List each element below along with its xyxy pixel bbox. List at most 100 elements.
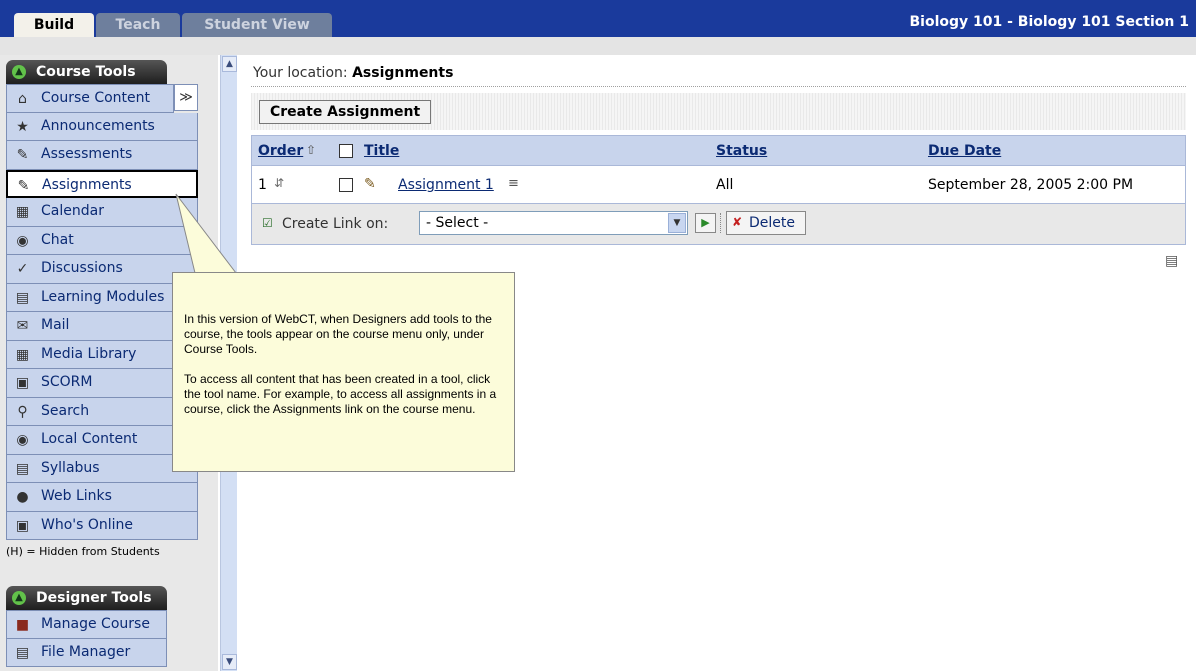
sidebar-item-manage-course[interactable]: ■ Manage Course	[6, 610, 167, 639]
table-footer: ☑ Create Link on: - Select - ▼ ▶ ✘ Delet…	[252, 203, 1185, 244]
delete-label: Delete	[749, 215, 795, 231]
callout-paragraph: To access all content that has been crea…	[184, 372, 497, 416]
assignment-title-link[interactable]: Assignment 1	[398, 177, 494, 193]
scorm-icon: ▣	[15, 375, 30, 391]
chat-icon: ◉	[16, 232, 29, 249]
delete-icon: ✘	[732, 215, 743, 229]
syllabus-icon: ▤	[15, 460, 30, 477]
checked-box-icon: ☑	[262, 216, 273, 230]
disc-icon: ◉	[16, 432, 29, 448]
sidebar-item-label: Announcements	[41, 117, 155, 134]
sidebar-item-label: Syllabus	[41, 459, 100, 476]
house-icon: ⌂	[18, 91, 27, 107]
assignment-icon: ✎	[364, 176, 376, 192]
order-cell: 1	[258, 177, 267, 193]
sidebar-item-chat[interactable]: ◉ Chat	[6, 226, 198, 255]
megaphone-icon: ★	[16, 118, 29, 135]
sidebar-item-label: Manage Course	[41, 616, 150, 632]
pin-icon: ✓	[16, 261, 29, 277]
sidebar-item-web-links[interactable]: ● Web Links	[6, 483, 198, 512]
create-link-select[interactable]: - Select - ▼	[419, 211, 688, 235]
media-icon: ▦	[15, 346, 30, 363]
calendar-icon: ▦	[15, 204, 30, 220]
scroll-up-icon[interactable]: ▲	[222, 56, 237, 72]
mail-icon: ✉	[16, 318, 29, 334]
sidebar-item-label: Discussions	[41, 260, 123, 276]
sidebar-item-label: Web Links	[41, 488, 112, 504]
sidebar-item-label: Search	[41, 402, 90, 419]
table-row: 1 ⇵ ✎ Assignment 1 ≡ All September 28, 2…	[252, 167, 1185, 203]
course-title: Biology 101 - Biology 101 Section 1	[909, 14, 1189, 30]
course-tools-header[interactable]: ▲ Course Tools	[6, 60, 167, 84]
chevron-down-icon[interactable]: ▼	[668, 213, 686, 233]
tab-build[interactable]: Build	[14, 13, 94, 37]
course-tools-title: Course Tools	[36, 64, 136, 80]
copy-icon[interactable]: ▤	[1165, 253, 1181, 269]
create-link-label: Create Link on:	[282, 216, 389, 232]
scroll-down-icon[interactable]: ▼	[222, 654, 237, 670]
select-value: - Select -	[426, 215, 489, 231]
sidebar-item-assessments[interactable]: ✎ Assessments	[6, 141, 198, 170]
divider	[251, 86, 1186, 87]
action-toolbar: Create Assignment	[251, 93, 1186, 130]
sidebar-item-discussions[interactable]: ✓ Discussions	[6, 255, 198, 284]
title-column-header[interactable]: Title	[364, 143, 399, 159]
sidebar-item-scorm[interactable]: ▣ SCORM	[6, 369, 198, 398]
assessment-icon: ✎	[16, 147, 29, 163]
sidebar-item-label: Media Library	[41, 345, 137, 362]
sidebar-item-mail[interactable]: ✉ Mail	[6, 312, 198, 341]
select-all-checkbox[interactable]	[339, 144, 353, 158]
sidebar-item-learning-modules[interactable]: ▤ Learning Modules	[6, 283, 198, 312]
book-icon: ▤	[15, 289, 30, 306]
sidebar-item-label: File Manager	[41, 643, 131, 660]
expand-menu-icon[interactable]: ≫	[174, 84, 198, 111]
callout-paragraph: In this version of WebCT, when Designers…	[184, 312, 492, 356]
sidebar-item-label: Local Content	[41, 431, 138, 447]
designer-tools-title: Designer Tools	[36, 590, 152, 606]
sidebar-item-search[interactable]: ⚲ Search	[6, 397, 198, 426]
search-icon: ⚲	[17, 403, 28, 420]
status-cell: All	[716, 177, 734, 193]
delete-button[interactable]: ✘ Delete	[726, 211, 806, 235]
sidebar-item-syllabus[interactable]: ▤ Syllabus	[6, 454, 198, 483]
sidebar-item-label: Learning Modules	[41, 288, 165, 305]
collapse-icon[interactable]: ▲	[12, 65, 26, 79]
breadcrumb-prefix: Your location:	[253, 65, 348, 81]
reorder-icon[interactable]: ⇵	[274, 175, 290, 191]
sort-up-icon[interactable]: ⇧	[306, 143, 316, 157]
sidebar-item-media-library[interactable]: ▦ Media Library	[6, 340, 198, 369]
breadcrumb: Your location: Assignments	[253, 65, 453, 81]
row-checkbox[interactable]	[339, 178, 353, 192]
sidebar-item-assignments[interactable]: ✎ Assignments	[6, 169, 198, 198]
person-icon: ▣	[15, 517, 30, 534]
hidden-note: (H) = Hidden from Students	[6, 545, 160, 558]
due-date-cell: September 28, 2005 2:00 PM	[928, 177, 1134, 193]
sidebar-item-course-content[interactable]: ⌂ Course Content	[6, 84, 174, 113]
sidebar-item-label: Mail	[41, 317, 70, 333]
sidebar-item-whos-online[interactable]: ▣ Who's Online	[6, 511, 198, 540]
go-button[interactable]: ▶	[695, 213, 716, 233]
top-navigation-bar: Build Teach Student View Biology 101 - B…	[0, 0, 1196, 37]
sidebar-item-announcements[interactable]: ★ Announcements	[6, 112, 198, 141]
globe-icon: ●	[16, 489, 29, 505]
status-column-header[interactable]: Status	[716, 143, 767, 159]
collapse-icon[interactable]: ▲	[12, 591, 26, 605]
sidebar-item-label: Chat	[41, 231, 74, 248]
sidebar-item-calendar[interactable]: ▦ Calendar	[6, 198, 198, 227]
sidebar-item-local-content[interactable]: ◉ Local Content	[6, 426, 198, 455]
top-divider-strip	[0, 37, 1196, 55]
sidebar-item-label: Calendar	[41, 203, 104, 219]
tab-teach[interactable]: Teach	[96, 13, 180, 37]
due-date-column-header[interactable]: Due Date	[928, 143, 1001, 159]
sidebar-item-label: Who's Online	[41, 516, 134, 533]
sidebar-item-label: Course Content	[41, 90, 151, 106]
create-assignment-button[interactable]: Create Assignment	[259, 100, 432, 124]
sidebar-item-file-manager[interactable]: ▤ File Manager	[6, 638, 167, 667]
designer-tools-header[interactable]: ▲ Designer Tools	[6, 586, 167, 610]
table-header: Order ⇧ Title Status Due Date	[252, 136, 1185, 166]
sidebar-item-label: Assessments	[41, 146, 133, 162]
sidebar-item-label: SCORM	[41, 374, 93, 390]
action-menu-icon[interactable]: ≡	[508, 176, 519, 191]
tab-student-view[interactable]: Student View	[182, 13, 332, 37]
order-column-header[interactable]: Order	[258, 143, 303, 159]
